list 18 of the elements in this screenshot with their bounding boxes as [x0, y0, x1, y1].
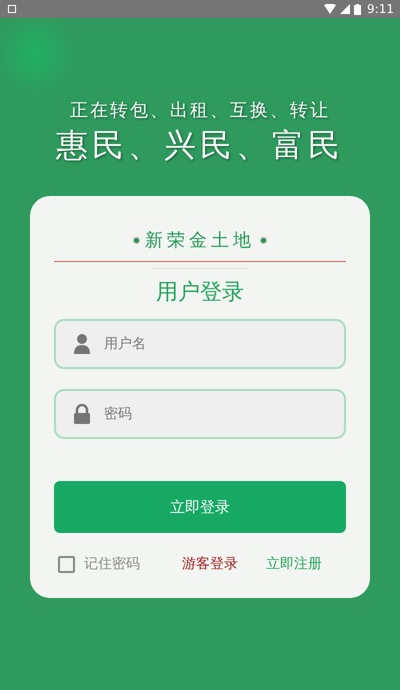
bullet-dot [134, 238, 139, 242]
remember-checkbox[interactable] [58, 556, 75, 572]
register-link[interactable]: 立即注册 [266, 555, 322, 573]
slogan-heading: 惠民、兴民、富民 [56, 125, 344, 166]
login-title: 用户登录 [156, 279, 244, 307]
slogan-text: 正在转包、出租、互换、转让 [69, 99, 331, 122]
battery-icon [354, 4, 362, 14]
wifi-icon [324, 4, 336, 14]
signal-icon [340, 4, 350, 14]
login-button[interactable]: 立即登录 [54, 481, 346, 533]
notification-icon [8, 5, 16, 13]
status-time: 9:11 [367, 2, 394, 16]
bullet-dot [261, 238, 266, 242]
input-field[interactable]: 用户名 [54, 319, 346, 369]
input-field[interactable]: 密码 [54, 389, 346, 439]
remember-label: 记住密码 [84, 555, 140, 573]
brand-name: 新荣金土地 [145, 229, 255, 252]
guest-login-link[interactable]: 游客登录 [182, 555, 238, 573]
